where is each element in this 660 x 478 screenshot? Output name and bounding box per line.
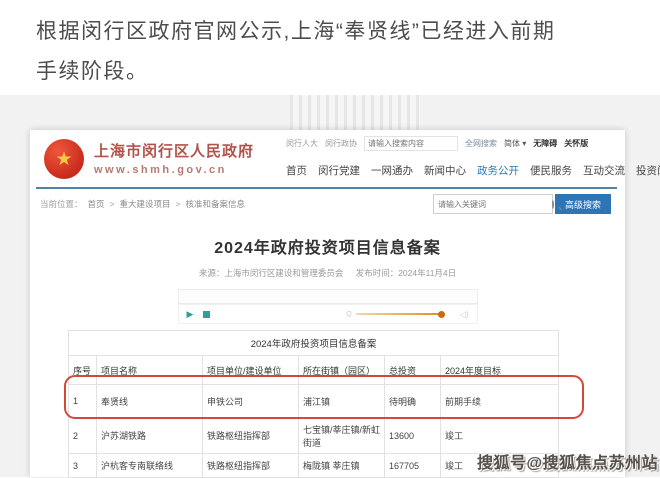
watermark: 搜狐号@搜狐焦点苏州站 <box>477 449 658 473</box>
document-title: 2024年政府投资项目信息备案 <box>30 234 625 258</box>
nav-item-convenience[interactable]: 便民服务 <box>530 163 572 178</box>
table-cell: 铁路枢纽指挥部 <box>203 418 299 454</box>
table-cell: 梅陇镇 莘庄镇 <box>299 454 385 478</box>
search-scope-button[interactable]: 全网搜索 <box>465 138 497 149</box>
stop-icon[interactable] <box>203 311 210 318</box>
table-cell: 沪杭客专南联络线 <box>97 454 203 478</box>
intro-line-1: 根据闵行区政府官网公示,上海“奉贤线”已经进入前期 <box>36 12 646 52</box>
table-cell: 3 <box>69 454 97 478</box>
gov-site-screenshot: ★ 上海市闵行区人民政府 www.shmh.gov.cn 闵行人大 闵行政协 全… <box>30 130 625 477</box>
breadcrumb-label: 当前位置： <box>40 198 83 210</box>
page-search: 高级搜索 <box>433 194 611 214</box>
nav-item-invest[interactable]: 投资闵行 <box>636 163 660 178</box>
accessibility-link[interactable]: 无障碍 <box>533 138 557 149</box>
top-utility-bar: 闵行人大 闵行政协 全网搜索 简体 ▾ 无障碍 关怀版 <box>286 136 626 151</box>
table-cell: 167705 <box>385 454 441 478</box>
nav-item-interaction[interactable]: 互动交流 <box>583 163 625 178</box>
site-search-input[interactable] <box>364 136 458 151</box>
document-source: 来源：上海市闵行区建设和管理委员会 <box>199 268 344 278</box>
care-mode-link[interactable]: 关怀版 <box>564 138 588 149</box>
caret-down-icon: ▾ <box>520 139 526 148</box>
breadcrumb-separator: > <box>110 199 115 209</box>
language-selector[interactable]: 简体 ▾ <box>504 138 526 149</box>
table-header-cell: 项目单位/建设单位 <box>203 356 299 385</box>
table-header-row: 序号 项目名称 项目单位/建设单位 所在街镇（园区） 总投资 2024年度目标 <box>69 356 559 385</box>
table-header-cell: 序号 <box>69 356 97 385</box>
breadcrumb-item-filings[interactable]: 核准和备案信息 <box>185 198 245 210</box>
keyword-search-input[interactable] <box>434 200 552 209</box>
document-publish-date: 发布时间：2024年11月4日 <box>356 268 456 278</box>
intro-line-2: 手续阶段。 <box>36 52 646 92</box>
table-cell: 铁路枢纽指挥部 <box>203 454 299 478</box>
top-link-zhengxie[interactable]: 闵行政协 <box>325 138 357 149</box>
table-caption-row: 2024年政府投资项目信息备案 <box>69 331 559 356</box>
breadcrumb: 当前位置： 首页 > 重大建设项目 > 核准和备案信息 <box>36 198 245 210</box>
site-title: 上海市闵行区人民政府 www.shmh.gov.cn <box>94 140 254 176</box>
document-meta: 来源：上海市闵行区建设和管理委员会 发布时间：2024年11月4日 <box>30 267 625 279</box>
nav-item-gov-affairs-active[interactable]: 政务公开 <box>477 163 519 178</box>
progress-slider: Q <box>346 311 443 318</box>
table-caption: 2024年政府投资项目信息备案 <box>69 331 559 356</box>
stripe-decoration <box>290 95 420 135</box>
article-intro: 根据闵行区政府官网公示,上海“奉贤线”已经进入前期 手续阶段。 <box>36 12 646 92</box>
play-icon[interactable]: ▶ <box>187 310 194 319</box>
table-header-cell: 项目名称 <box>97 356 203 385</box>
site-name: 上海市闵行区人民政府 <box>94 140 254 161</box>
table-header-cell: 总投资 <box>385 356 441 385</box>
slider-knob[interactable] <box>438 311 445 318</box>
table-cell: 浦江镇 <box>299 385 385 418</box>
breadcrumb-separator: > <box>176 199 181 209</box>
table-cell: 七宝镇/莘庄镇/新虹街道 <box>299 418 385 454</box>
site-url: www.shmh.gov.cn <box>94 164 254 176</box>
nav-item-party[interactable]: 闵行党建 <box>318 163 360 178</box>
audio-controls: ▶ Q ◁) <box>178 304 478 324</box>
table-header-cell: 2024年度目标 <box>441 356 559 385</box>
keyword-search-box <box>433 194 553 214</box>
table-cell: 沪苏湖铁路 <box>97 418 203 454</box>
breadcrumb-row: 当前位置： 首页 > 重大建设项目 > 核准和备案信息 高级搜索 <box>36 189 617 219</box>
table-cell: 申铁公司 <box>203 385 299 418</box>
table-cell: 奉贤线 <box>97 385 203 418</box>
search-icon[interactable] <box>552 200 554 209</box>
table-cell: 2 <box>69 418 97 454</box>
table-cell: 前期手续 <box>441 385 559 418</box>
loop-icon[interactable]: Q <box>346 311 351 318</box>
top-link-renda[interactable]: 闵行人大 <box>286 138 318 149</box>
speaker-icon[interactable]: ◁) <box>460 310 469 319</box>
nav-item-news[interactable]: 新闻中心 <box>424 163 466 178</box>
slider-track[interactable] <box>356 313 444 315</box>
breadcrumb-item-projects[interactable]: 重大建设项目 <box>120 198 171 210</box>
nav-item-services[interactable]: 一网通办 <box>371 163 413 178</box>
gov-logo[interactable]: ★ <box>44 139 84 179</box>
advanced-search-button[interactable]: 高级搜索 <box>555 194 611 214</box>
national-emblem-icon: ★ <box>55 150 72 169</box>
table-row-fengxian-line: 1 奉贤线 申铁公司 浦江镇 待明确 前期手续 <box>69 385 559 418</box>
nav-item-home[interactable]: 首页 <box>286 163 307 178</box>
audio-reader-bar <box>178 289 478 304</box>
audio-reader-widget: ▶ Q ◁) <box>178 289 478 324</box>
main-nav: 首页 闵行党建 一网通办 新闻中心 政务公开 便民服务 互动交流 投资闵行 闵行… <box>286 163 631 178</box>
table-cell: 待明确 <box>385 385 441 418</box>
breadcrumb-item-home[interactable]: 首页 <box>88 198 105 210</box>
table-header-cell: 所在街镇（园区） <box>299 356 385 385</box>
table-cell: 1 <box>69 385 97 418</box>
site-header: ★ 上海市闵行区人民政府 www.shmh.gov.cn 闵行人大 闵行政协 全… <box>36 130 617 189</box>
table-cell: 13600 <box>385 418 441 454</box>
